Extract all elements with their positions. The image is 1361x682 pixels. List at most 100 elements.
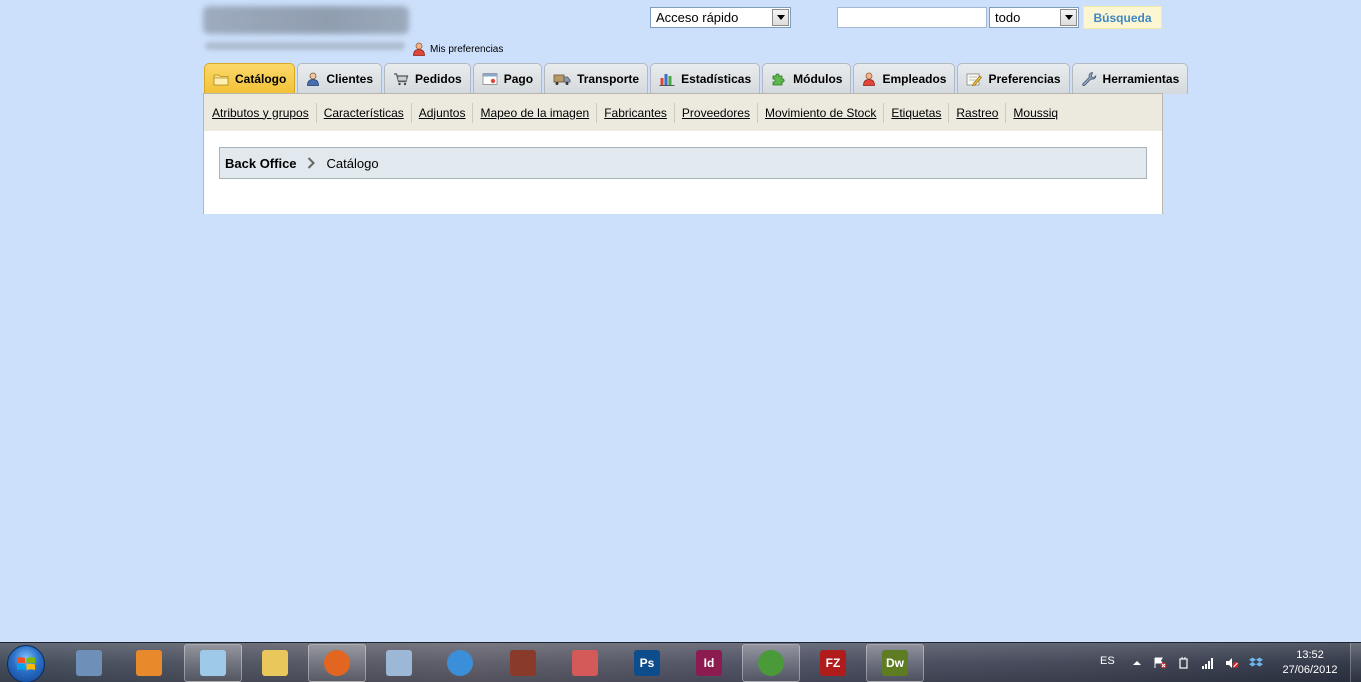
- chevron-down-icon: [1060, 9, 1077, 26]
- tab-payment[interactable]: Pago: [472, 63, 543, 94]
- submenu-stock-movement[interactable]: Movimiento de Stock: [758, 102, 885, 123]
- chevron-down-icon: [772, 9, 789, 26]
- submenu-manufacturers[interactable]: Fabricantes: [597, 102, 675, 123]
- main-tabs: Catálogo Clientes Pedidos Pago Transport…: [204, 63, 1189, 94]
- taskbar-app-button[interactable]: FZ: [804, 644, 862, 682]
- tab-label: Preferencias: [988, 72, 1061, 86]
- submenu-attributes-groups[interactable]: Atributos y grupos: [205, 102, 317, 123]
- tab-label: Empleados: [882, 72, 947, 86]
- language-indicator[interactable]: ES: [1100, 655, 1115, 667]
- media-player-icon: [136, 650, 162, 676]
- submenu-image-mapping[interactable]: Mapeo de la imagen: [473, 102, 598, 123]
- tab-orders[interactable]: Pedidos: [384, 63, 471, 94]
- shop-name-blurred: [203, 6, 409, 34]
- taskbar-app-button[interactable]: [120, 644, 178, 682]
- quick-access-value: Acceso rápido: [656, 10, 739, 25]
- tab-customers[interactable]: Clientes: [297, 63, 383, 94]
- submenu-attachments[interactable]: Adjuntos: [412, 102, 474, 123]
- tab-catalog[interactable]: Catálogo: [204, 63, 296, 94]
- show-desktop-button[interactable]: [1350, 643, 1361, 682]
- system-clock[interactable]: 13:52 27/06/2012: [1278, 648, 1342, 678]
- truck-icon: [553, 74, 571, 85]
- breadcrumb-current: Catálogo: [326, 155, 379, 171]
- chrome-icon: [758, 650, 784, 676]
- tab-employees[interactable]: Empleados: [853, 63, 956, 94]
- taskbar-app-button[interactable]: [494, 644, 552, 682]
- taskbar-app-button[interactable]: Ps: [618, 644, 676, 682]
- main-content: Back Office Catálogo: [203, 131, 1163, 214]
- submenu-suppliers[interactable]: Proveedores: [675, 102, 758, 123]
- taskbar-app-button[interactable]: [742, 644, 800, 682]
- power-plug-icon[interactable]: [1177, 657, 1191, 669]
- taskbar-app-button[interactable]: Id: [680, 644, 738, 682]
- clock-date: 27/06/2012: [1282, 664, 1338, 676]
- preferences-icon: [967, 73, 983, 86]
- dreamweaver-icon: Dw: [882, 650, 908, 676]
- notes-app-icon: [200, 650, 226, 676]
- tab-label: Estadísticas: [681, 72, 752, 86]
- windows-logo-icon: [17, 657, 35, 670]
- tab-label: Herramientas: [1102, 72, 1180, 86]
- search-scope-value: todo: [995, 10, 1021, 25]
- bar-chart-icon: [659, 74, 675, 86]
- image-viewer-icon: [76, 650, 102, 676]
- tab-label: Catálogo: [235, 72, 287, 86]
- breadcrumb: Back Office Catálogo: [219, 147, 1147, 179]
- snipping-tool-icon: [572, 650, 598, 676]
- shop-brand-blurred: [203, 6, 410, 54]
- submenu-tags[interactable]: Etiquetas: [884, 102, 950, 123]
- catalog-submenu: Atributos y grupos Características Adjun…: [203, 93, 1163, 132]
- tab-label: Pago: [503, 72, 534, 86]
- action-center-flag-icon[interactable]: [1153, 657, 1167, 669]
- taskbar-app-button[interactable]: [370, 644, 428, 682]
- submenu-tracking[interactable]: Rastreo: [949, 102, 1007, 123]
- indesign-icon: Id: [696, 650, 722, 676]
- show-hidden-icons-icon[interactable]: [1130, 657, 1144, 669]
- windows-taskbar: Ps Id FZ Dw ES 13:52 27/06/2012: [0, 642, 1361, 682]
- submenu-features[interactable]: Características: [317, 102, 412, 123]
- tab-label: Clientes: [326, 72, 374, 86]
- breadcrumb-home[interactable]: Back Office: [225, 156, 297, 171]
- volume-muted-icon[interactable]: [1225, 657, 1239, 669]
- taskbar-app-button[interactable]: [60, 644, 118, 682]
- filezilla-icon: FZ: [820, 650, 846, 676]
- folder-icon: [213, 74, 229, 86]
- cart-icon: [394, 73, 409, 86]
- tab-shipping[interactable]: Transporte: [544, 63, 649, 94]
- photoshop-icon: Ps: [634, 650, 660, 676]
- taskbar-app-button[interactable]: Dw: [866, 644, 924, 682]
- my-preferences-link[interactable]: Mis preferencias: [412, 41, 503, 57]
- tab-label: Pedidos: [415, 72, 462, 86]
- clock-time: 13:52: [1296, 649, 1324, 661]
- puzzle-icon: [772, 73, 785, 86]
- user-icon: [307, 72, 320, 86]
- shop-subtitle-blurred: [205, 42, 405, 50]
- taskbar-app-button[interactable]: [431, 644, 489, 682]
- my-preferences-label: Mis preferencias: [430, 43, 504, 55]
- search-scope-select[interactable]: todo: [989, 7, 1079, 28]
- taskbar-app-button[interactable]: [184, 644, 242, 682]
- tab-statistics[interactable]: Estadísticas: [650, 63, 761, 94]
- sync-app-icon: [447, 650, 473, 676]
- quick-access-select[interactable]: Acceso rápido: [650, 7, 791, 28]
- file-explorer-icon: [262, 650, 288, 676]
- submenu-moussiq[interactable]: Moussiq: [1006, 103, 1065, 123]
- wrench-icon: [1081, 72, 1096, 87]
- employee-icon: [863, 72, 876, 86]
- user-icon: [413, 42, 425, 56]
- search-button[interactable]: Búsqueda: [1083, 6, 1162, 29]
- tab-tools[interactable]: Herramientas: [1071, 63, 1189, 94]
- tab-modules[interactable]: Módulos: [762, 63, 852, 94]
- taskbar-app-button[interactable]: [308, 644, 366, 682]
- taskbar-app-button[interactable]: [246, 644, 304, 682]
- firefox-icon: [324, 650, 350, 676]
- search-input[interactable]: [837, 7, 987, 28]
- tab-preferences[interactable]: Preferencias: [957, 63, 1070, 94]
- tab-label: Módulos: [793, 72, 843, 86]
- payment-icon: [482, 73, 498, 85]
- dropbox-icon[interactable]: [1249, 657, 1263, 669]
- calculator-icon: [386, 650, 412, 676]
- start-button[interactable]: [7, 645, 45, 682]
- taskbar-app-button[interactable]: [556, 644, 614, 682]
- network-signal-icon[interactable]: [1201, 657, 1215, 669]
